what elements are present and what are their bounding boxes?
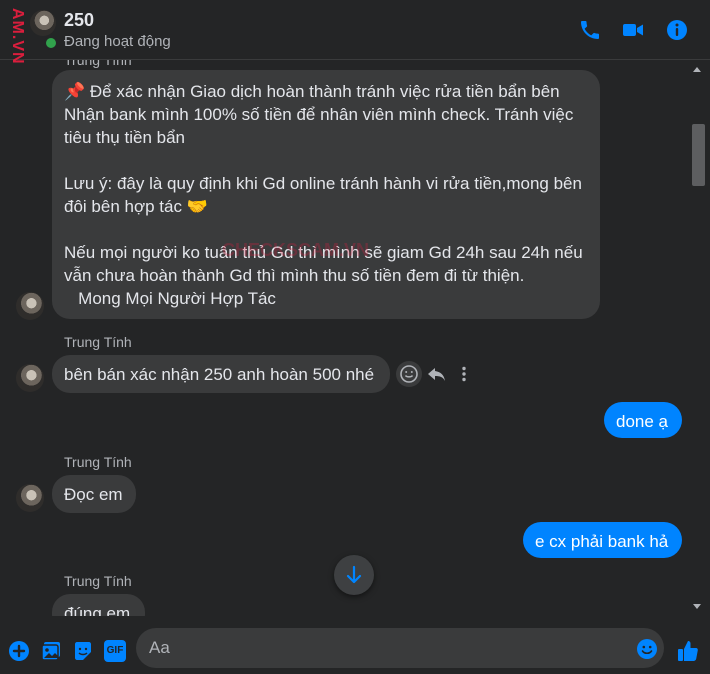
sender-name: Trung Tính xyxy=(64,454,132,470)
react-emoji-icon[interactable] xyxy=(396,361,422,387)
contact-avatar[interactable] xyxy=(30,10,56,36)
message-input-placeholder: Aa xyxy=(149,638,170,657)
gif-icon[interactable]: GIF xyxy=(104,640,126,662)
sender-avatar[interactable] xyxy=(16,484,44,512)
message-bubble-outgoing[interactable]: e cx phải bank hả xyxy=(523,522,682,558)
scrollbar-thumb[interactable] xyxy=(692,124,705,186)
info-icon[interactable] xyxy=(665,18,689,42)
message-bubble-outgoing[interactable]: done ạ xyxy=(604,402,682,438)
like-icon[interactable] xyxy=(676,639,700,663)
message-input[interactable]: Aa xyxy=(136,628,664,668)
video-icon[interactable] xyxy=(621,18,645,42)
sticker-icon[interactable] xyxy=(72,640,94,662)
phone-icon[interactable] xyxy=(578,18,602,42)
message-list[interactable]: Trung Tính 📌 Để xác nhận Giao dịch hoàn … xyxy=(0,60,690,616)
message-bubble[interactable]: bên bán xác nhận 250 anh hoàn 500 nhé xyxy=(52,355,390,393)
message-text: đúng em xyxy=(64,604,131,616)
message-bubble[interactable]: Đọc em xyxy=(52,475,136,513)
message-text: bên bán xác nhận 250 anh hoàn 500 nhé xyxy=(64,365,375,384)
photo-icon[interactable] xyxy=(40,640,62,662)
sender-name: Trung Tính xyxy=(64,60,132,68)
sender-avatar[interactable] xyxy=(16,292,44,320)
scroll-up-arrow[interactable] xyxy=(693,67,701,72)
emoji-icon[interactable] xyxy=(636,638,658,660)
reply-icon[interactable] xyxy=(424,361,450,387)
message-text: Mong Mọi Người Hợp Tác xyxy=(64,289,276,308)
more-options-icon[interactable] xyxy=(451,361,477,387)
online-status-dot xyxy=(44,36,58,50)
arrow-down-icon xyxy=(346,565,362,584)
chat-header: AM.VN 250 Đang hoạt động xyxy=(0,0,710,65)
message-bubble[interactable]: đúng em xyxy=(52,594,145,616)
contact-name[interactable]: 250 xyxy=(64,10,94,31)
message-text: done ạ xyxy=(616,412,668,431)
message-text: Đọc em xyxy=(64,485,123,504)
scroll-down-arrow[interactable] xyxy=(693,604,701,609)
message-text: 📌 Để xác nhận Giao dịch hoàn thành tránh… xyxy=(64,82,574,147)
plus-icon[interactable] xyxy=(8,640,30,662)
message-bubble[interactable]: 📌 Để xác nhận Giao dịch hoàn thành tránh… xyxy=(52,70,600,319)
message-text: e cx phải bank hả xyxy=(535,532,669,551)
message-text: Lưu ý: đây là quy định khi Gd online trá… xyxy=(64,174,582,216)
scroll-to-bottom-button[interactable] xyxy=(334,555,374,595)
sender-name: Trung Tính xyxy=(64,334,132,350)
message-text: Nếu mọi người ko tuân thủ Gd thì mình sẽ… xyxy=(64,243,583,285)
sender-avatar[interactable] xyxy=(16,364,44,392)
sender-name: Trung Tính xyxy=(64,573,132,589)
contact-status: Đang hoạt động xyxy=(64,33,171,50)
